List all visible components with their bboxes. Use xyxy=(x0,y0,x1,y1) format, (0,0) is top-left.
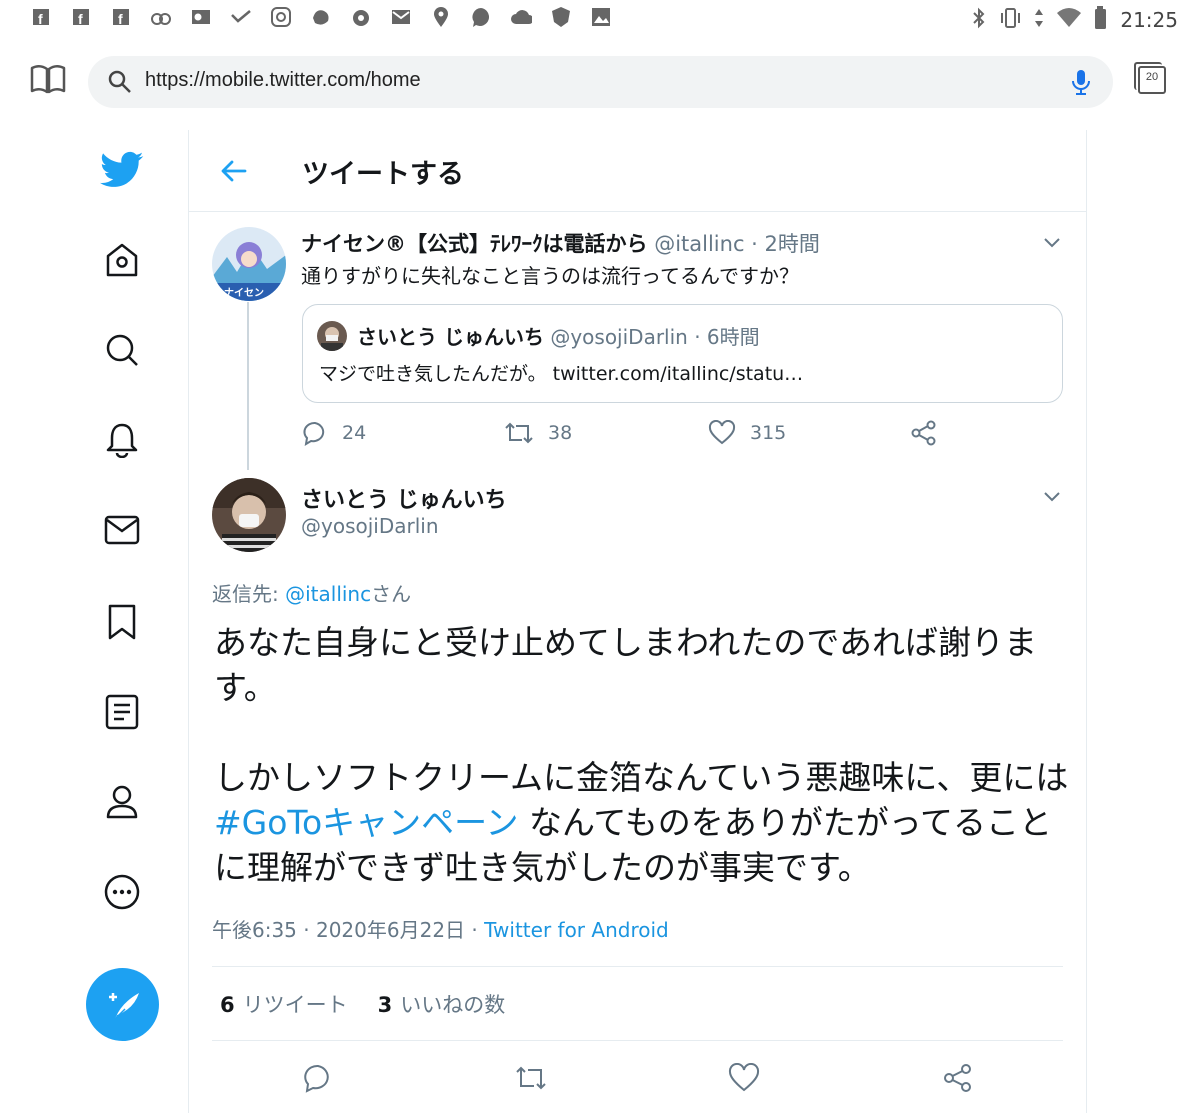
share-button[interactable] xyxy=(942,1062,974,1094)
chevron-down-icon[interactable] xyxy=(1042,486,1062,510)
wifi-icon xyxy=(1056,7,1082,33)
messages-mail-icon[interactable] xyxy=(100,508,144,552)
tweet-source-link[interactable]: Twitter for Android xyxy=(484,918,669,942)
lists-icon[interactable] xyxy=(100,690,144,734)
facebook-icon: f xyxy=(70,6,92,28)
address-bar[interactable]: https://mobile.twitter.com/home xyxy=(88,56,1113,108)
reader-mode-icon[interactable] xyxy=(30,64,66,98)
explore-search-icon[interactable] xyxy=(100,328,144,372)
tweet-timestamp[interactable]: 午後6:35 · 2020年6月22日 · xyxy=(212,918,484,942)
retweet-count: 38 xyxy=(548,422,573,444)
outlook-icon xyxy=(190,6,212,28)
retweet-icon xyxy=(516,1066,546,1090)
reply-count: 24 xyxy=(342,422,367,444)
data-arrows-icon xyxy=(1034,7,1044,33)
retweet-action[interactable]: 38 xyxy=(504,418,572,448)
author-name[interactable]: さいとう じゅんいち xyxy=(301,482,507,514)
check-icon xyxy=(230,6,252,28)
heart-icon xyxy=(708,420,736,445)
compose-feather-icon xyxy=(108,992,139,1020)
mail-icon xyxy=(390,6,412,28)
tweet-time[interactable]: · 2時間 xyxy=(751,232,820,256)
app-icon xyxy=(350,6,372,28)
tab-count: 20 xyxy=(1145,71,1159,83)
back-arrow-icon[interactable] xyxy=(219,156,249,190)
page-header: ツイートする xyxy=(189,130,1086,212)
system-tray: 21:25 xyxy=(972,6,1178,34)
tab-switcher-button[interactable]: 20 xyxy=(1134,62,1168,96)
microphone-icon[interactable] xyxy=(1071,69,1091,99)
like-button[interactable] xyxy=(728,1062,760,1094)
chat-icon xyxy=(470,6,492,28)
notification-icons: f f f xyxy=(30,6,612,28)
facebook-icon: f xyxy=(30,6,52,28)
share-icon xyxy=(911,420,936,446)
replying-to: 返信先: @itallincさん xyxy=(212,582,412,606)
clock: 21:25 xyxy=(1120,8,1178,32)
cloud-icon xyxy=(510,6,532,28)
svg-text:f: f xyxy=(38,11,43,26)
share-icon xyxy=(944,1064,971,1092)
author-name[interactable]: ナイセン®【公式】ﾃﾚﾜｰｸは電話から xyxy=(301,232,648,256)
twitter-logo-icon[interactable] xyxy=(100,148,144,192)
vibrate-icon xyxy=(998,7,1022,33)
hashtag-link[interactable]: #GoToキャンペーン xyxy=(214,803,519,842)
app-icon xyxy=(150,6,172,28)
reply-icon xyxy=(304,1064,329,1093)
location-icon xyxy=(430,6,452,28)
battery-icon xyxy=(1094,6,1108,34)
chevron-down-icon[interactable] xyxy=(1042,232,1062,256)
heart-icon xyxy=(728,1063,760,1092)
quoted-tweet-time: · 6時間 xyxy=(694,325,760,349)
avatar[interactable]: ナイセン xyxy=(212,227,286,301)
shield-icon xyxy=(550,6,572,28)
image-icon xyxy=(590,6,612,28)
share-action[interactable] xyxy=(910,418,938,448)
likes-stat[interactable]: 3 いいねの数 xyxy=(378,989,506,1019)
more-icon[interactable] xyxy=(100,870,144,914)
quoted-author-name: さいとう じゅんいち xyxy=(357,325,544,349)
reply-action[interactable]: 24 xyxy=(302,418,366,448)
search-icon xyxy=(108,70,132,98)
svg-text:ナイセン: ナイセン xyxy=(224,287,264,299)
instagram-icon xyxy=(270,6,292,28)
tweet-meta: 午後6:35 · 2020年6月22日 · Twitter for Androi… xyxy=(212,914,669,943)
tweet-stats: 6 リツイート 3 いいねの数 xyxy=(220,989,505,1019)
app-icon xyxy=(310,6,332,28)
reply-button[interactable] xyxy=(302,1062,334,1094)
notifications-bell-icon[interactable] xyxy=(100,418,144,462)
author-handle[interactable]: @yosojiDarlin xyxy=(301,514,439,538)
quoted-tweet[interactable]: さいとう じゅんいち @yosojiDarlin · 6時間 マジで吐き気したん… xyxy=(302,304,1063,403)
facebook-icon: f xyxy=(110,6,132,28)
author-handle[interactable]: @itallinc xyxy=(654,232,744,256)
tweet-text: あなた自身にと受け止めてしまわれたのであれば謝ります。 しかしソフトクリームに金… xyxy=(214,623,1069,887)
svg-text:f: f xyxy=(78,11,83,26)
compose-tweet-button[interactable] xyxy=(86,968,159,1041)
avatar xyxy=(317,321,347,351)
bluetooth-icon xyxy=(972,7,986,33)
tweet-text: 通りすがりに失礼なこと言うのは流行ってるんですか？ xyxy=(301,264,799,288)
avatar[interactable] xyxy=(212,478,286,552)
svg-text:f: f xyxy=(118,11,123,26)
like-count: 315 xyxy=(750,422,787,444)
home-icon[interactable] xyxy=(100,238,144,282)
page-title: ツイートする xyxy=(302,159,464,190)
quoted-tweet-text: マジで吐き気したんだが。 twitter.com/itallinc/statu… xyxy=(319,363,804,385)
like-action[interactable]: 315 xyxy=(708,418,786,448)
quoted-author-handle: @yosojiDarlin xyxy=(550,325,688,349)
reply-icon xyxy=(303,422,325,446)
retweet-icon xyxy=(505,422,533,444)
bookmarks-icon[interactable] xyxy=(100,600,144,644)
profile-icon[interactable] xyxy=(100,780,144,824)
status-bar: f f f 21:25 xyxy=(0,0,1200,38)
reply-handle-link[interactable]: @itallinc xyxy=(285,582,371,606)
tweet-header: ナイセン®【公式】ﾃﾚﾜｰｸは電話から @itallinc · 2時間 xyxy=(301,228,820,258)
retweet-button[interactable] xyxy=(514,1062,546,1094)
url-text[interactable]: https://mobile.twitter.com/home xyxy=(145,69,421,92)
retweets-stat[interactable]: 6 リツイート xyxy=(220,989,348,1019)
